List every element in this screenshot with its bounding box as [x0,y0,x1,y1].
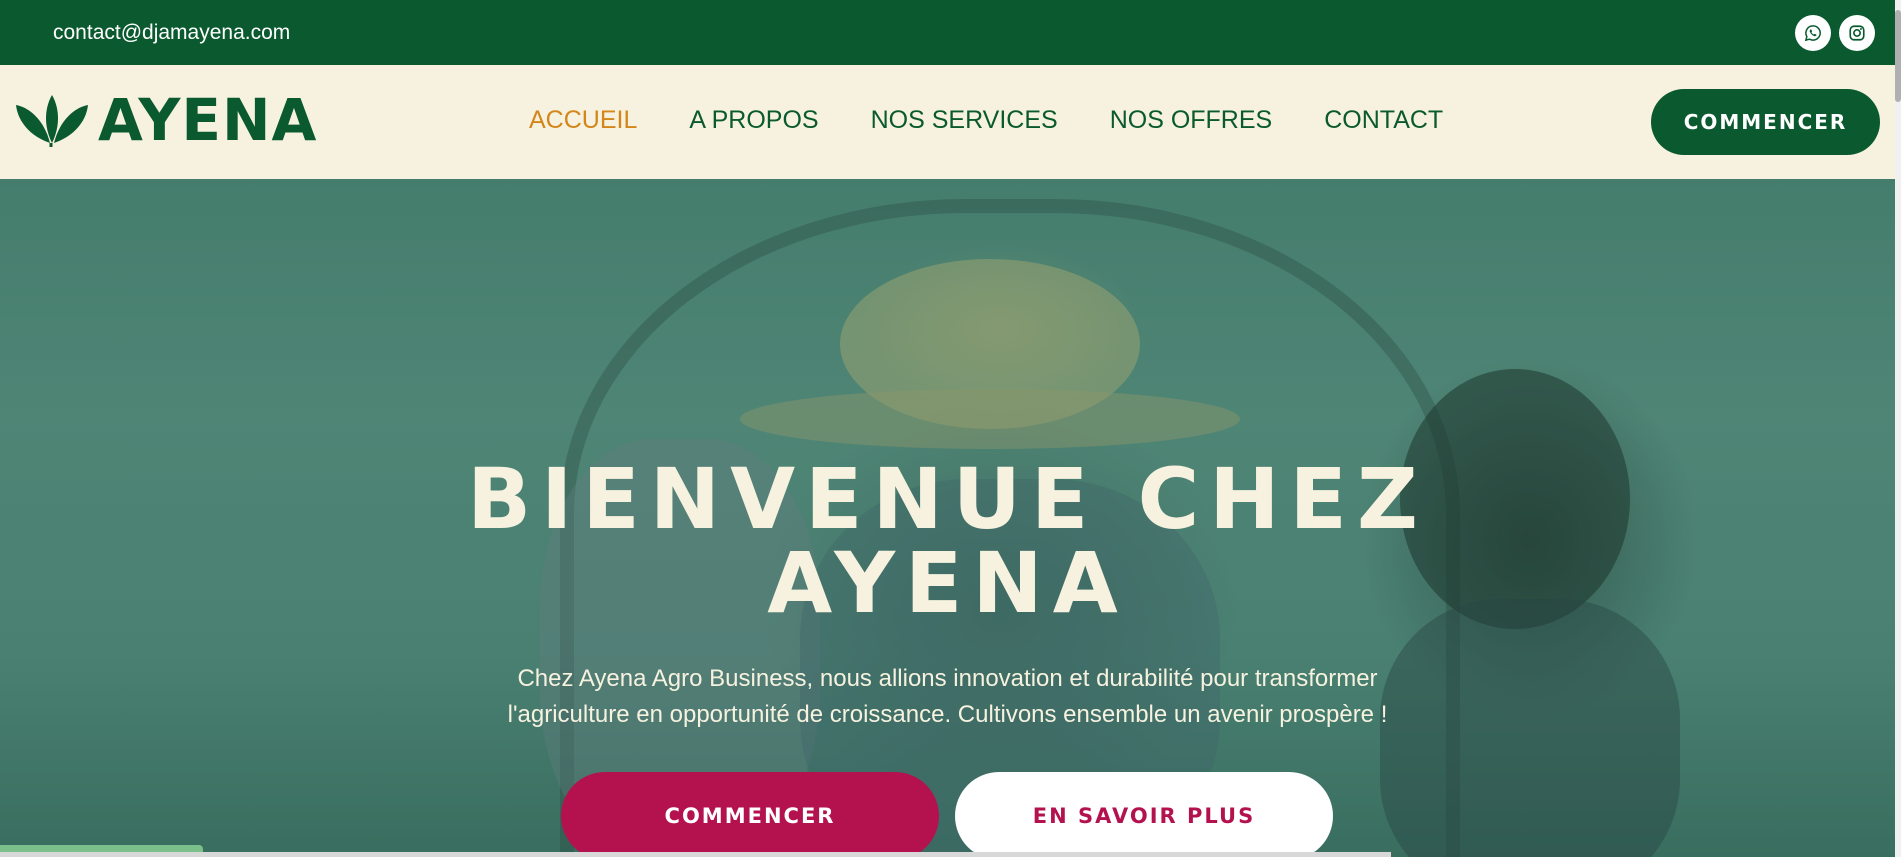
main-nav-bar: AYENA ACCUEIL A PROPOS NOS SERVICES NOS … [0,65,1895,179]
hero-section: BIENVENUE CHEZ AYENA Chez Ayena Agro Bus… [0,179,1895,857]
instagram-button[interactable] [1839,14,1875,51]
nav-item-nos-offres[interactable]: NOS OFFRES [1110,106,1273,135]
nav-item-accueil[interactable]: ACCUEIL [529,106,637,135]
hero-title-line-2: AYENA [767,534,1128,632]
top-bar: contact@djamayena.com [0,0,1895,65]
nav-item-contact[interactable]: CONTACT [1324,106,1443,135]
scrollbar-thumb[interactable] [1895,10,1901,102]
header-commencer-button[interactable]: COMMENCER [1651,89,1880,155]
hero-subtitle-line-1: Chez Ayena Agro Business, nous allions i… [517,665,1378,692]
hero-title: BIENVENUE CHEZ AYENA [0,457,1895,625]
whatsapp-button[interactable] [1795,14,1831,51]
primary-nav: ACCUEIL A PROPOS NOS SERVICES NOS OFFRES… [529,106,1495,135]
hero-title-line-1: BIENVENUE CHEZ [467,450,1428,548]
hero-subtitle-line-2: l'agriculture en opportunité de croissan… [507,701,1388,728]
whatsapp-icon [1804,24,1821,41]
brand-name: AYENA [98,86,318,154]
brand-logo[interactable]: AYENA [14,91,317,149]
leaf-logo-icon [16,95,88,147]
hero-en-savoir-plus-button[interactable]: EN SAVOIR PLUS [955,772,1333,857]
contact-email[interactable]: contact@djamayena.com [53,21,290,45]
instagram-icon [1849,24,1865,41]
social-links [1795,14,1875,51]
hero-subtitle: Chez Ayena Agro Business, nous allions i… [0,661,1895,733]
vertical-scrollbar[interactable] [1895,0,1901,857]
horizontal-scrollbar[interactable] [0,852,1391,857]
nav-item-a-propos[interactable]: A PROPOS [689,106,818,135]
hero-commencer-button[interactable]: COMMENCER [561,772,939,857]
nav-item-nos-services[interactable]: NOS SERVICES [871,106,1058,135]
